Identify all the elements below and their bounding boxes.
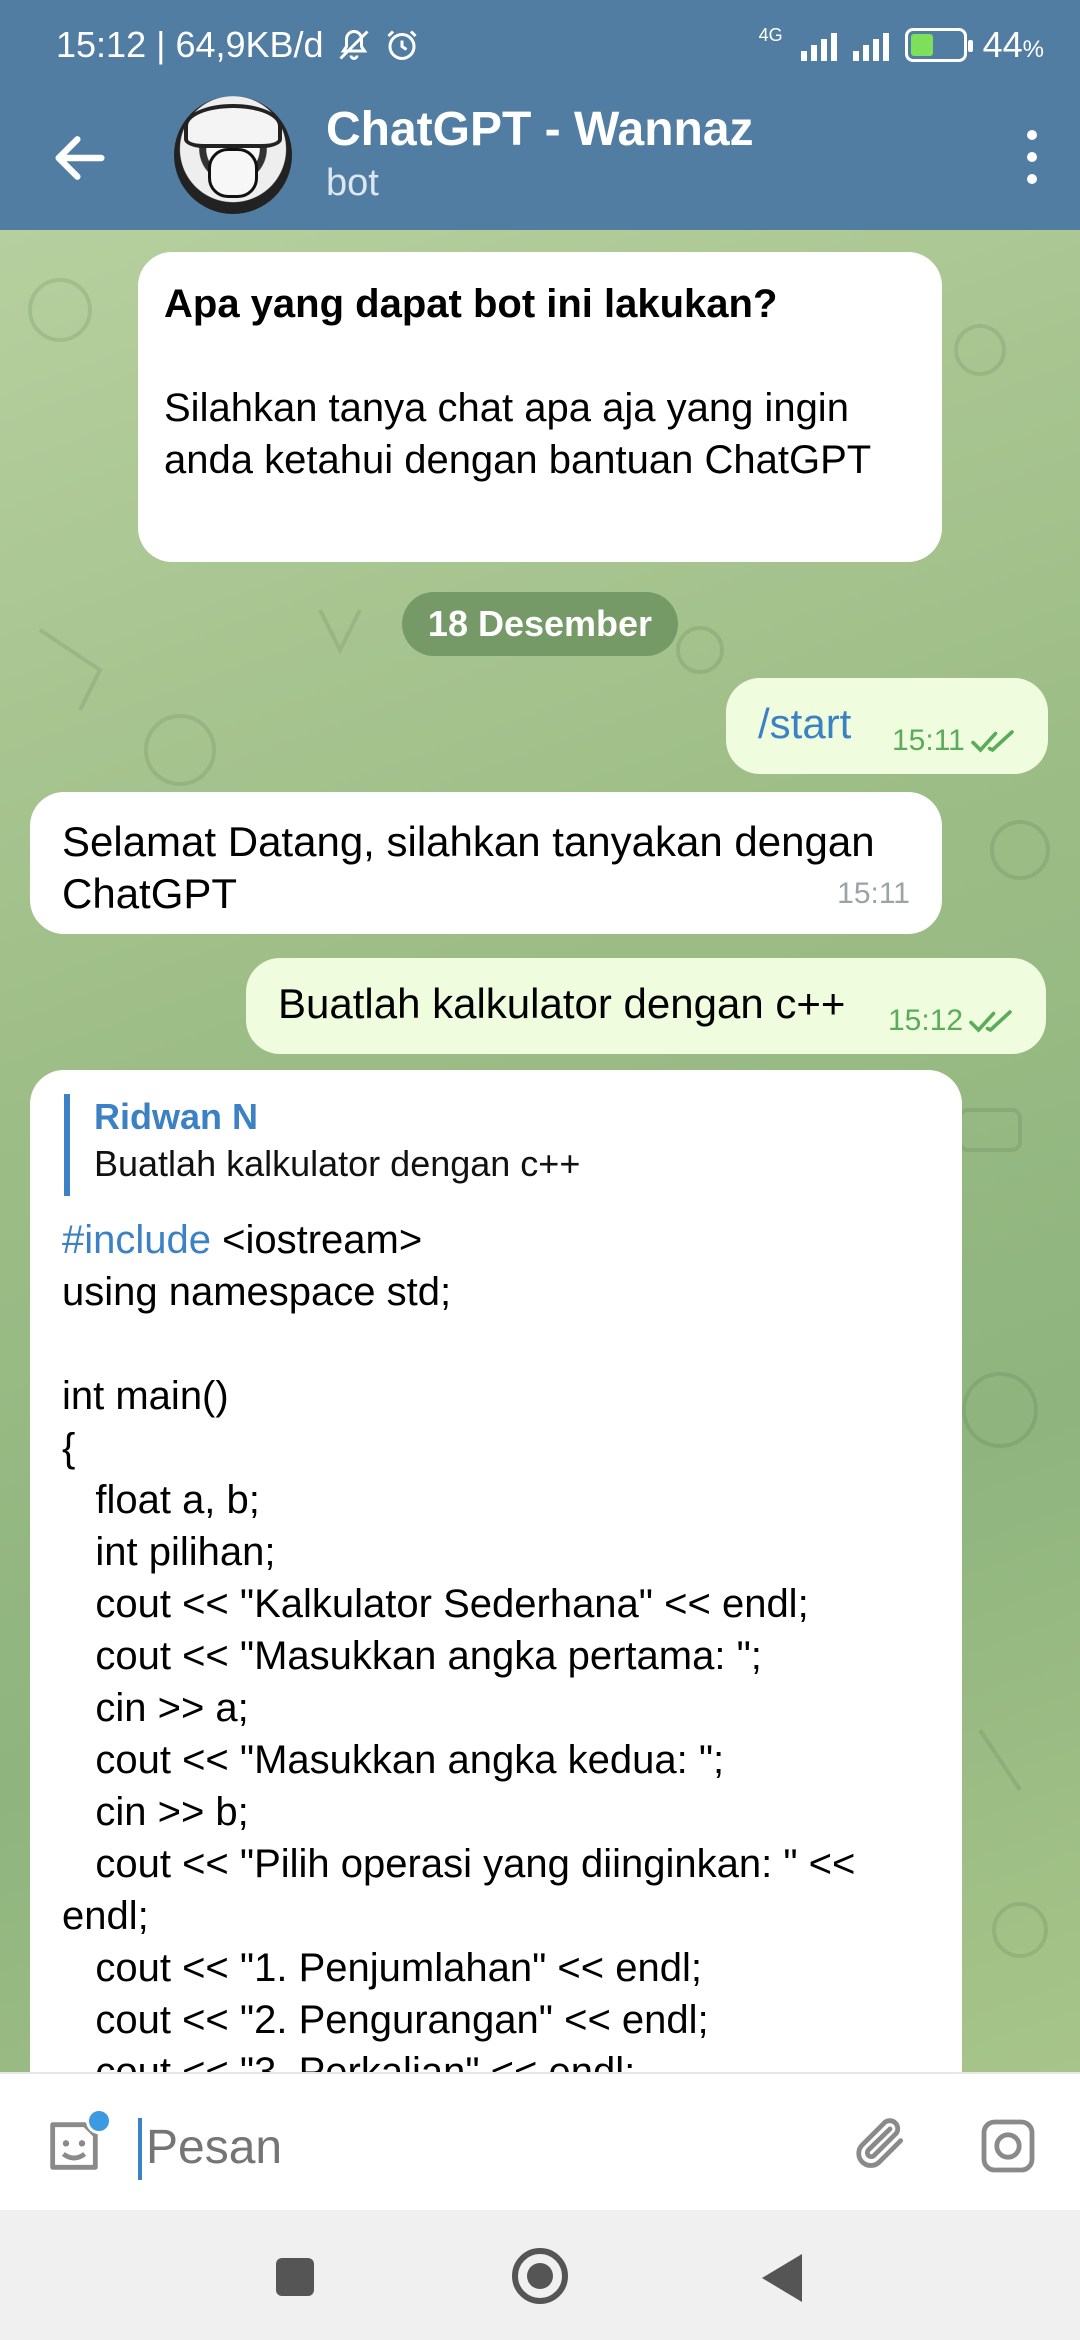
double-check-icon xyxy=(969,1010,1012,1033)
incoming-message-code[interactable]: Ridwan N Buatlah kalkulator dengan c++ #… xyxy=(30,1070,962,2072)
reply-text: Buatlah kalkulator dengan c++ xyxy=(94,1143,581,1184)
battery-level: 44% xyxy=(982,24,1044,65)
bot-intro-body: Silahkan tanya chat apa aja yang ingin a… xyxy=(164,386,872,482)
more-menu-icon[interactable] xyxy=(1024,130,1040,184)
signal-icon-2 xyxy=(852,29,889,61)
system-nav-bar xyxy=(0,2210,1080,2340)
mute-bell-icon xyxy=(339,29,369,60)
message-time: 15:12 xyxy=(888,1004,1015,1038)
calc-text: Buatlah kalkulator dengan c++ xyxy=(278,980,846,1027)
include-header: <iostream> xyxy=(211,1218,423,1262)
welcome-text: Selamat Datang, silahkan tanyakan dengan… xyxy=(62,818,875,917)
chat-header: ChatGPT - Wannaz bot xyxy=(0,96,1080,230)
status-right: 4G 44% xyxy=(759,24,1044,66)
status-time-speed: 15:12 | 64,9KB/d xyxy=(56,24,324,65)
back-button[interactable] xyxy=(762,2254,802,2302)
network-type: 4G xyxy=(758,24,783,45)
outgoing-message-calc[interactable]: Buatlah kalkulator dengan c++ 15:12 xyxy=(246,958,1046,1054)
attach-paperclip-icon[interactable] xyxy=(850,2112,914,2180)
back-arrow-icon[interactable] xyxy=(48,126,112,190)
chat-subtitle: bot xyxy=(326,162,379,204)
bot-intro-question: Apa yang dapat bot ini lakukan? xyxy=(164,282,778,326)
code-block: #include <iostream> using namespace std;… xyxy=(62,1214,930,2072)
message-input[interactable] xyxy=(146,2120,806,2175)
chat-area[interactable]: Apa yang dapat bot ini lakukan? Silahkan… xyxy=(0,230,1080,2072)
code-body: using namespace std; int main() { float … xyxy=(62,1270,856,2072)
alarm-icon xyxy=(387,30,417,60)
status-left: 15:12 | 64,9KB/d xyxy=(56,24,420,66)
home-button[interactable] xyxy=(512,2248,568,2304)
battery-charging-icon xyxy=(904,28,973,62)
notification-dot xyxy=(86,2108,112,2134)
text-cursor xyxy=(138,2118,142,2180)
recent-apps-button[interactable] xyxy=(276,2258,314,2296)
date-divider: 18 Desember xyxy=(402,592,678,656)
reply-quote[interactable]: Ridwan N Buatlah kalkulator dengan c++ xyxy=(64,1094,930,1196)
include-hashtag[interactable]: #include xyxy=(62,1218,211,1262)
outgoing-message-start[interactable]: /start 15:11 xyxy=(726,678,1048,774)
camera-icon[interactable] xyxy=(976,2114,1040,2178)
message-time: 15:11 xyxy=(892,724,1017,758)
signal-icon xyxy=(800,29,837,61)
message-time: 15:11 xyxy=(837,877,910,910)
chat-title[interactable]: ChatGPT - Wannaz xyxy=(326,102,754,157)
status-bar: 15:12 | 64,9KB/d 4G 44% xyxy=(0,0,1080,96)
incoming-message-welcome[interactable]: Selamat Datang, silahkan tanyakan dengan… xyxy=(30,792,942,934)
start-command-link[interactable]: /start xyxy=(758,700,851,748)
reply-author: Ridwan N xyxy=(94,1096,259,1137)
message-input-bar xyxy=(0,2072,1080,2210)
bot-intro-message[interactable]: Apa yang dapat bot ini lakukan? Silahkan… xyxy=(138,252,942,562)
avatar[interactable] xyxy=(174,96,292,214)
double-check-icon xyxy=(971,730,1014,753)
